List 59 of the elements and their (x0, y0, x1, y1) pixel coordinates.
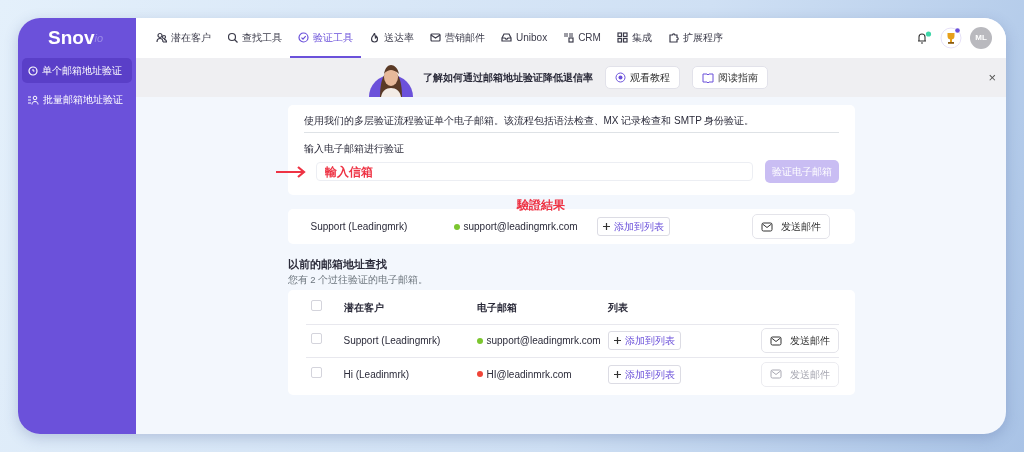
prospect-name: Hi (Leadinmrk) (343, 367, 411, 382)
logo-text: Snov (48, 25, 95, 50)
send-email-button[interactable]: 发送邮件 (751, 214, 830, 239)
nav-tab[interactable]: 扩展程序 (659, 18, 731, 58)
annotation-text: 輸入信箱 (324, 163, 373, 181)
play-icon (614, 72, 626, 83)
sidebar-item[interactable]: 批量邮箱地址验证 (22, 87, 132, 112)
envelope-icon (769, 369, 782, 380)
puzzle-icon (667, 31, 679, 43)
add-to-list-button[interactable]: 添加到列表 (607, 331, 681, 351)
nav-tab[interactable]: 集成 (608, 18, 660, 58)
nav-tab[interactable]: CRM (555, 18, 609, 58)
annotation-text: 驗證結果 (517, 198, 565, 212)
email-text: support@leadingmrk.com (486, 334, 601, 349)
column-header: 潜在客户 (343, 301, 385, 316)
sidebar-item[interactable]: 单个邮箱地址验证 (22, 58, 132, 83)
section-title: 以前的邮箱地址查找 (287, 257, 388, 272)
nav-tab[interactable]: 查找工具 (219, 18, 290, 58)
nav-tab[interactable]: Unibox (493, 18, 556, 58)
envelope-icon (760, 221, 773, 232)
row-checkbox[interactable] (310, 366, 322, 378)
plus-icon (613, 370, 621, 378)
bell-icon[interactable] (916, 31, 932, 45)
plus-icon (613, 337, 621, 345)
annotation-arrow (275, 165, 308, 178)
check-circle-icon (298, 31, 309, 43)
book-icon (701, 72, 714, 83)
banner-button[interactable]: 阅读指南 (691, 66, 768, 89)
column-header: 列表 (607, 301, 628, 316)
banner-text: 了解如何通过邮箱地址验证降低退信率 (422, 71, 593, 85)
field-label: 输入电子邮箱进行验证 (303, 142, 405, 156)
prospect-name: Support (Leadingmrk) (310, 220, 409, 234)
email-text: HI@leadinmrk.com (486, 367, 572, 382)
plus-icon (602, 223, 610, 230)
column-header: 电子邮箱 (476, 301, 518, 316)
add-to-list-button[interactable]: 添加到列表 (596, 217, 670, 236)
add-to-list-button[interactable]: 添加到列表 (607, 364, 681, 384)
nav-tab[interactable]: 营销邮件 (422, 18, 493, 58)
select-all-checkbox[interactable] (310, 300, 322, 312)
logo-suffix: io (94, 30, 103, 46)
inbox-icon (501, 31, 512, 43)
description-text: 使用我们的多层验证流程验证单个电子邮箱。该流程包括语法检查、MX 记录检查和 SMTP 身份验证。 (303, 113, 839, 133)
list-people-icon (28, 94, 39, 105)
people-icon (156, 31, 167, 43)
section-subtitle: 您有 2 个过往验证的电子邮箱。 (287, 272, 430, 287)
email-input-field[interactable]: 輸入信箱 (315, 162, 753, 181)
prospect-name: Support (Leadingmrk) (343, 334, 442, 349)
banner-button[interactable]: 观看教程 (604, 66, 680, 89)
trophy-icon[interactable] (940, 27, 962, 49)
send-email-button[interactable]: 发送邮件 (760, 328, 839, 354)
row-checkbox[interactable] (310, 333, 322, 345)
envelope-icon (430, 31, 441, 43)
nav-tab[interactable]: 送达率 (361, 18, 422, 58)
flame-icon (369, 31, 380, 43)
envelope-icon (769, 335, 782, 346)
email-text: support@leadingmrk.com (463, 220, 578, 234)
grid-icon (616, 31, 628, 43)
close-button[interactable]: × (988, 67, 996, 88)
nav-tab[interactable]: 潜在客户 (148, 18, 219, 58)
